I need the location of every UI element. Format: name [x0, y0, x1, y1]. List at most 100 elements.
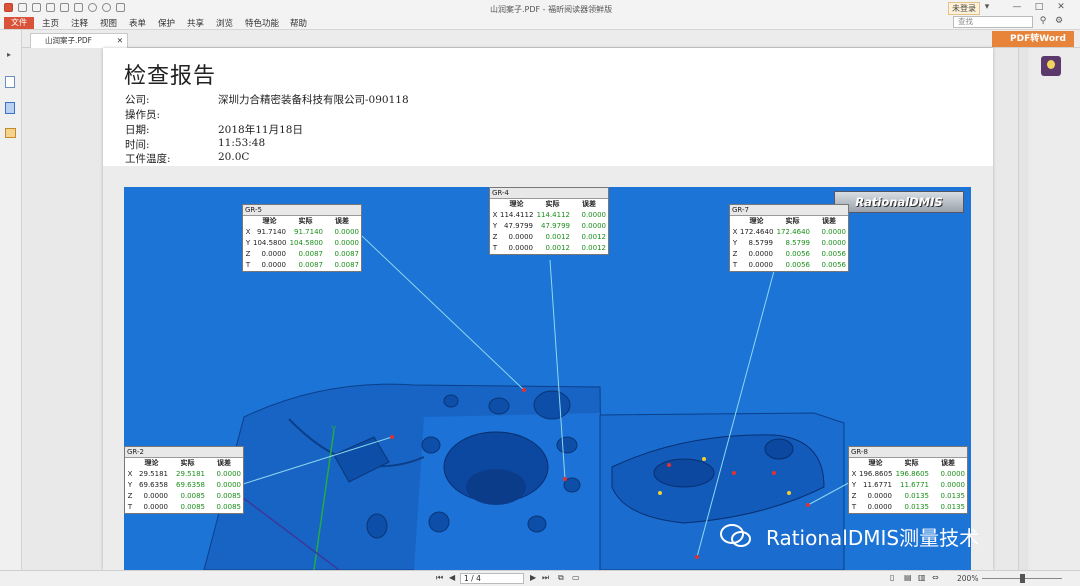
pages-icon[interactable] [5, 76, 15, 88]
single-page-icon[interactable]: ▯ [890, 573, 894, 582]
file-menu-button[interactable]: 文件 [4, 17, 34, 29]
header-deviation: 误差 [822, 217, 836, 225]
gr-box-row: Z 0.0000 0.0085 0.0085 [125, 491, 243, 502]
close-tab-icon[interactable]: ✕ [117, 34, 123, 48]
redo-icon[interactable] [102, 3, 111, 12]
menu-form[interactable]: 表单 [129, 17, 146, 29]
menu-features[interactable]: 特色功能 [245, 17, 279, 29]
cell-nominal: 0.0000 [867, 492, 893, 500]
hand-tool-icon[interactable] [116, 3, 125, 12]
cell-deviation: 0.0000 [334, 228, 360, 236]
fit-width-icon[interactable]: ⇔ [932, 573, 939, 582]
cell-axis: Z [127, 492, 133, 500]
cell-actual: 91.7140 [294, 228, 323, 236]
undo-icon[interactable] [88, 3, 97, 12]
gr-box-row: T 0.0000 0.0085 0.0085 [125, 502, 243, 513]
page-number-input[interactable]: 1 / 4 [460, 573, 524, 584]
cell-axis: Z [492, 233, 498, 241]
gr-box-title: GR-2 [125, 447, 243, 458]
header-actual: 实际 [298, 217, 313, 225]
close-icon[interactable]: ✕ [1054, 1, 1068, 13]
search-input[interactable]: 查找 [953, 16, 1033, 28]
menu-browse[interactable]: 浏览 [216, 17, 233, 29]
skin-icon[interactable]: ▾ [980, 1, 994, 13]
cell-axis: X [851, 470, 857, 478]
expand-sidebar-icon[interactable]: ▸ [7, 50, 11, 59]
menu-comment[interactable]: 注释 [71, 17, 88, 29]
gr-box-row: Z 0.0000 0.0056 0.0056 [730, 249, 848, 260]
settings-icon[interactable]: ⚙ [1052, 15, 1066, 27]
first-page-icon[interactable]: ⏮ [436, 573, 443, 583]
menu-bar: 山润案子.PDF - 福昕阅读器领鲜版 未登录 ▾ — □ ✕ 文件 主页 注释… [0, 0, 1080, 30]
gr-box-row: Z 0.0000 0.0087 0.0087 [243, 249, 361, 260]
cell-actual: 0.0087 [298, 261, 324, 269]
tab-document[interactable]: 山润案子.PDF ✕ [30, 33, 128, 48]
cell-deviation: 0.0056 [821, 250, 847, 258]
cell-actual: 172.4640 [776, 228, 810, 236]
login-button[interactable]: 未登录 [948, 2, 980, 15]
gr-box-row: X 29.5181 29.5181 0.0000 [125, 469, 243, 480]
status-bar: ⏮ ◀ 1 / 4 ▶ ⏭ ⧉ ▭ ▯ ▤ ▥ ⇔ 200% [0, 570, 1080, 586]
cell-axis: T [732, 261, 738, 269]
gr-7-box: GR-7 理论 实际 误差 X 172.4640 172.4640 0.0000 Y 8.5799… [729, 204, 849, 272]
print-preview-icon[interactable] [60, 3, 69, 12]
layers-icon[interactable] [5, 128, 16, 138]
prev-page-icon[interactable]: ◀ [449, 573, 455, 582]
cell-nominal: 0.0000 [143, 492, 169, 500]
gr-box-row: Y 11.6771 11.6771 0.0000 [849, 480, 967, 491]
bookmarks-icon[interactable] [5, 102, 15, 114]
new-icon[interactable] [74, 3, 83, 12]
cell-deviation: 0.0085 [216, 503, 242, 511]
menu-home[interactable]: 主页 [42, 17, 59, 29]
next-page-icon[interactable]: ▶ [530, 573, 536, 582]
cell-actual: 0.0135 [904, 503, 930, 511]
copy-icon[interactable]: ⧉ [558, 573, 564, 583]
maximize-icon[interactable]: □ [1032, 1, 1046, 13]
snapshot-icon[interactable]: ▭ [572, 573, 580, 582]
date-value: 2018年11月18日 [218, 124, 303, 136]
cell-actual: 104.5800 [289, 239, 323, 247]
cell-axis: Y [732, 239, 738, 247]
search-icon[interactable]: ⚲ [1036, 15, 1050, 27]
cell-nominal: 69.6358 [139, 481, 168, 489]
temperature-label: 工件温度: [125, 153, 171, 165]
header-deviation: 误差 [941, 459, 955, 467]
save-icon[interactable] [32, 3, 41, 12]
report-title: 检查报告 [124, 64, 217, 89]
cell-deviation: 0.0000 [940, 481, 966, 489]
zoom-level[interactable]: 200% [957, 574, 978, 583]
vertical-scrollbar[interactable] [1018, 48, 1028, 570]
zoom-slider-thumb[interactable] [1020, 574, 1025, 583]
last-page-icon[interactable]: ⏭ [542, 573, 549, 583]
cell-actual: 0.0012 [545, 233, 571, 241]
cell-nominal: 0.0000 [261, 250, 287, 258]
menu-protect[interactable]: 保护 [158, 17, 175, 29]
gr-box-row: T 0.0000 0.0012 0.0012 [490, 243, 608, 254]
cell-deviation: 0.0012 [581, 233, 607, 241]
cell-nominal: 47.9799 [504, 222, 533, 230]
menu-share[interactable]: 共享 [187, 17, 204, 29]
cell-nominal: 0.0000 [508, 233, 534, 241]
header-nominal: 理论 [749, 217, 764, 225]
print-icon[interactable] [46, 3, 55, 12]
cell-deviation: 0.0000 [216, 481, 242, 489]
gr-box-row: Y 47.9799 47.9799 0.0000 [490, 221, 608, 232]
gr-box-header: 理论 实际 误差 [490, 199, 608, 210]
menu-view[interactable]: 视图 [100, 17, 117, 29]
facing-page-icon[interactable]: ▥ [918, 573, 926, 582]
header-actual: 实际 [785, 217, 800, 225]
cell-axis: Z [851, 492, 857, 500]
header-deviation: 误差 [335, 217, 349, 225]
date-label: 日期: [125, 124, 150, 136]
cell-deviation: 0.0087 [334, 250, 360, 258]
cell-nominal: 0.0000 [748, 250, 774, 258]
cell-deviation: 0.0000 [581, 211, 607, 219]
lightbulb-icon[interactable] [1041, 56, 1061, 76]
window-title: 山润案子.PDF - 福昕阅读器领鲜版 [490, 5, 613, 14]
pdf-to-word-button[interactable]: PDF转Word [992, 31, 1074, 47]
continuous-page-icon[interactable]: ▤ [904, 573, 912, 582]
gr-box-row: X 196.8605 196.8605 0.0000 [849, 469, 967, 480]
minimize-icon[interactable]: — [1010, 1, 1024, 13]
menu-help[interactable]: 帮助 [290, 17, 307, 29]
open-icon[interactable] [18, 3, 27, 12]
